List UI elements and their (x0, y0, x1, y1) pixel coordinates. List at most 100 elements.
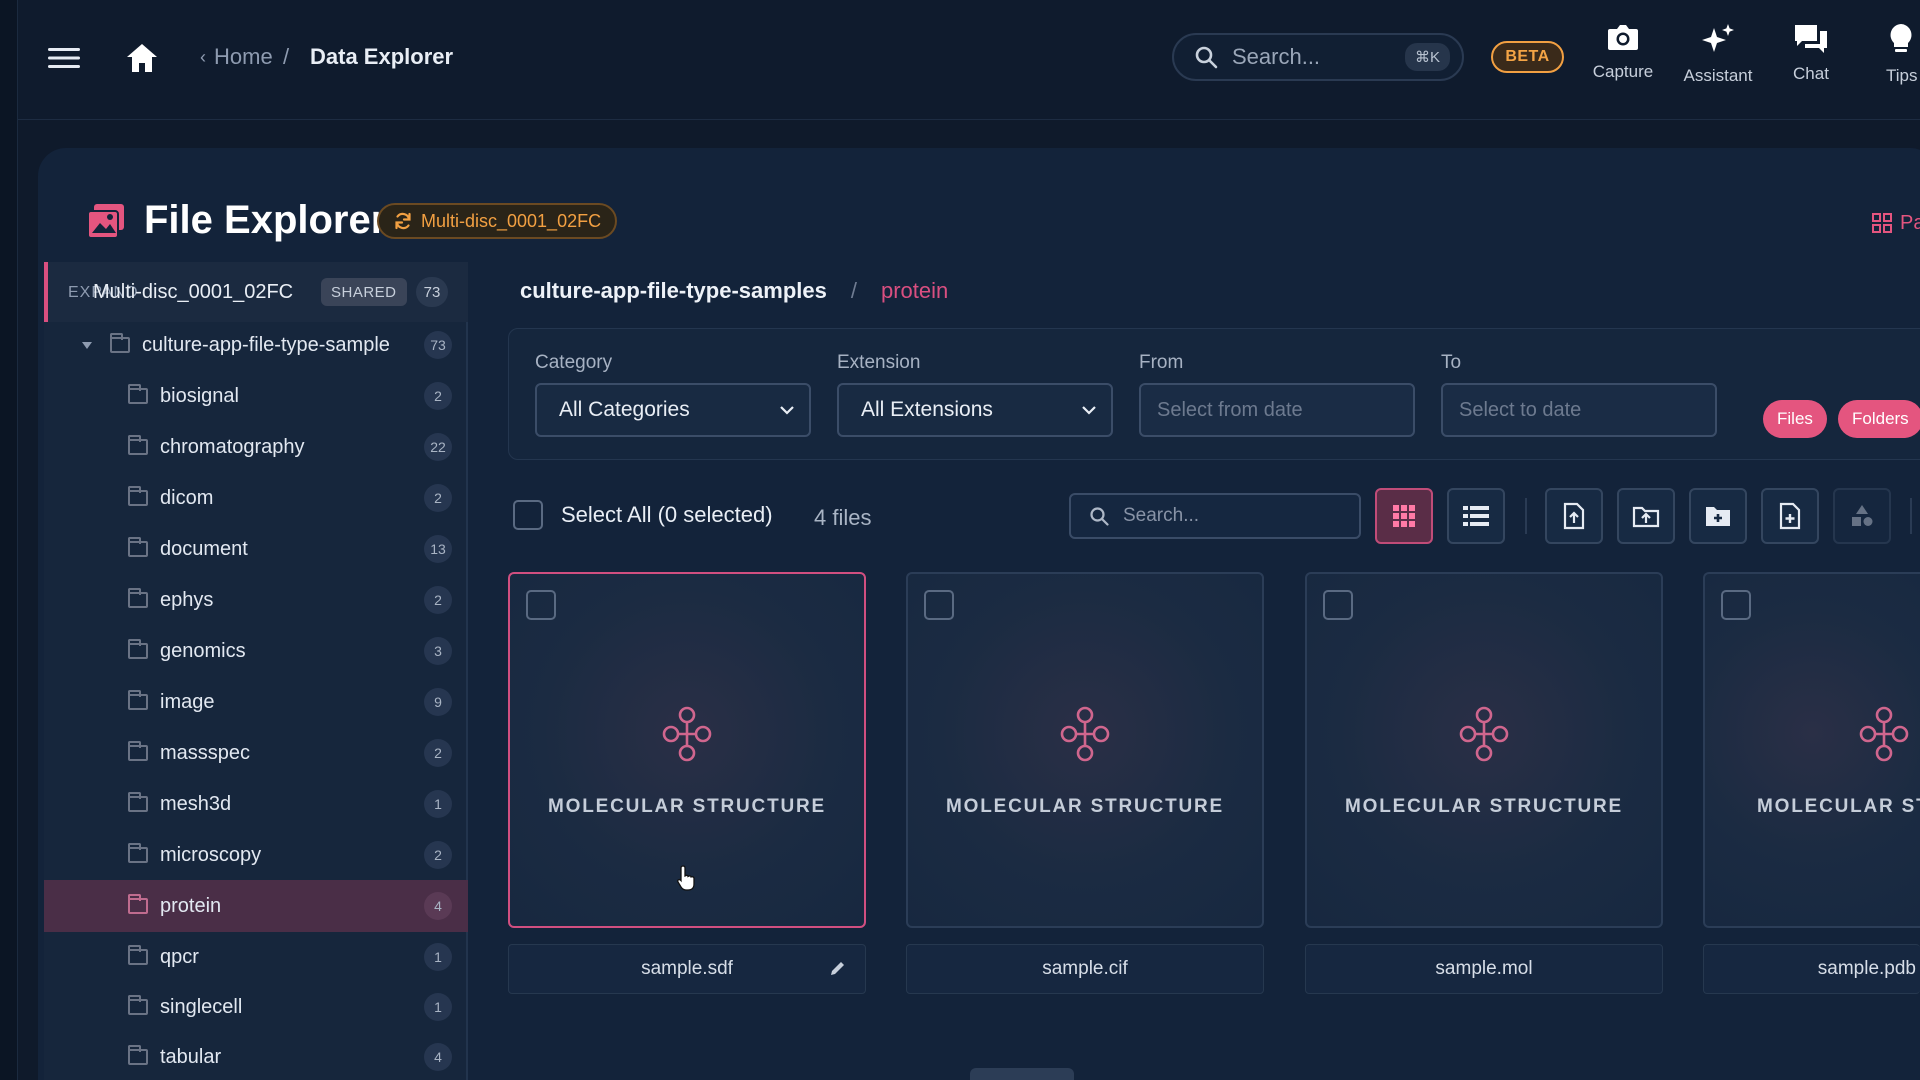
tree-item-count: 1 (424, 790, 452, 818)
extension-label: Extension (837, 352, 921, 373)
file-search-input[interactable]: Search... (1069, 493, 1361, 539)
extension-select[interactable]: All Extensions (837, 383, 1113, 437)
search-icon (1195, 46, 1218, 69)
molecule-icon (662, 706, 712, 762)
tree-item-count: 2 (424, 841, 452, 869)
tree-item-label: mesh3d (160, 792, 232, 815)
tips-button[interactable]: Tips (1858, 22, 1920, 86)
file-card-checkbox[interactable] (1721, 590, 1751, 620)
file-name[interactable]: sample.sdf (508, 944, 866, 994)
extension-value: All Extensions (861, 398, 993, 421)
file-name-label: sample.mol (1435, 958, 1533, 979)
path-separator: / (850, 278, 857, 303)
to-date-input[interactable]: Select to date (1441, 383, 1717, 437)
shared-badge: SHARED (321, 278, 407, 306)
global-search[interactable]: Search... ⌘K (1172, 33, 1464, 81)
tree-item-genomics[interactable]: genomics 3 (44, 626, 468, 676)
tree-item-count: 13 (424, 535, 452, 563)
tree-item-parent[interactable]: culture-app-file-type-sample 73 (44, 320, 468, 370)
tree-item-image[interactable]: image 9 (44, 677, 468, 727)
tree-item-protein[interactable]: protein 4 (44, 880, 468, 932)
grid-view-icon (1393, 505, 1415, 527)
folder-icon (128, 486, 148, 506)
tree-item-singlecell[interactable]: singlecell 1 (44, 982, 468, 1032)
file-card[interactable]: MOLECULAR STRUCTURE (906, 572, 1264, 928)
tree-item-count: 3 (424, 637, 452, 665)
from-date-placeholder: Select from date (1157, 398, 1303, 421)
file-card[interactable]: MOLECULAR STRUCTURE (1703, 572, 1920, 928)
tree-item-label: culture-app-file-type-sample (142, 333, 390, 356)
tree-root-count: 73 (416, 277, 448, 307)
dataset-chip-label: Multi-disc_0001_02FC (421, 210, 602, 231)
scrollbar-handle[interactable] (970, 1068, 1074, 1080)
tree-item-massspec[interactable]: massspec 2 (44, 728, 468, 778)
folder-icon (128, 1045, 148, 1065)
breadcrumb-current: Data Explorer (310, 44, 454, 69)
tree-item-ephys[interactable]: ephys 2 (44, 575, 468, 625)
upload-file-button[interactable] (1545, 488, 1603, 544)
list-view-button[interactable] (1447, 488, 1505, 544)
file-card-checkbox[interactable] (526, 590, 556, 620)
folders-filter-pill[interactable]: Folders (1838, 400, 1920, 438)
folder-icon (128, 639, 148, 659)
tree-item-dicom[interactable]: dicom 2 (44, 473, 468, 523)
beta-badge: BETA (1491, 41, 1564, 73)
chevron-down-icon (1082, 406, 1096, 415)
tree-item-count: 2 (424, 484, 452, 512)
file-name[interactable]: sample.cif (906, 944, 1264, 994)
tree-item-label: dicom (160, 486, 214, 509)
tree-item-microscopy[interactable]: microscopy 2 (44, 830, 468, 880)
caret-down-icon[interactable] (82, 341, 92, 349)
category-value: All Categories (559, 398, 690, 421)
tree-root[interactable]: EXPAND Multi-disc_0001_02FC SHARED 73 (44, 262, 468, 322)
tree-item-chromatography[interactable]: chromatography 22 (44, 422, 468, 472)
upload-folder-button[interactable] (1617, 488, 1675, 544)
folder-icon (128, 894, 148, 914)
tree-item-qpcr[interactable]: qpcr 1 (44, 932, 468, 982)
tree-item-label: image (160, 690, 215, 713)
capture-button[interactable]: Capture (1578, 22, 1668, 82)
path-root[interactable]: culture-app-file-type-samples (520, 278, 827, 304)
tree-item-label: chromatography (160, 435, 305, 458)
pencil-icon[interactable] (829, 959, 847, 977)
tree-item-count: 9 (424, 688, 452, 716)
file-name[interactable]: sample.mol (1305, 944, 1663, 994)
shapes-button[interactable] (1833, 488, 1891, 544)
files-filter-pill[interactable]: Files (1763, 400, 1827, 438)
select-all-label: Select All (0 selected) (561, 502, 773, 527)
tree-item-label: microscopy (160, 843, 262, 866)
tree-item-tabular[interactable]: tabular 4 (44, 1032, 468, 1080)
panels-link-label: Pa (1900, 211, 1920, 234)
file-name[interactable]: sample.pdb (1703, 944, 1920, 994)
select-all-checkbox[interactable] (513, 500, 543, 530)
chat-button[interactable]: Chat (1766, 22, 1856, 84)
menu-icon[interactable] (46, 40, 82, 76)
file-count: 4 files (814, 505, 872, 530)
file-explorer-header: File Explorer (86, 198, 386, 243)
home-icon[interactable] (122, 38, 162, 78)
grid-view-button[interactable] (1375, 488, 1433, 544)
tree-item-label: singlecell (160, 995, 243, 1018)
tree-item-count: 4 (424, 892, 452, 920)
file-card[interactable]: MOLECULAR STRUCTURE (1305, 572, 1663, 928)
tree-item-mesh3d[interactable]: mesh3d 1 (44, 779, 468, 829)
from-date-input[interactable]: Select from date (1139, 383, 1415, 437)
file-card-checkbox[interactable] (1323, 590, 1353, 620)
assistant-button[interactable]: Assistant (1673, 22, 1763, 86)
dataset-chip[interactable]: Multi-disc_0001_02FC (377, 203, 618, 239)
breadcrumb-home[interactable]: ‹ Home (200, 44, 273, 70)
category-select[interactable]: All Categories (535, 383, 811, 437)
tree-item-count: 22 (424, 433, 452, 461)
select-all[interactable]: Select All (0 selected) (513, 500, 773, 530)
panels-link[interactable]: Pa (1872, 208, 1920, 238)
tree-item-biosignal[interactable]: biosignal 2 (44, 371, 468, 421)
tree-item-document[interactable]: document 13 (44, 524, 468, 574)
new-folder-button[interactable] (1689, 488, 1747, 544)
file-plus-icon (1779, 502, 1801, 530)
tree-item-label: massspec (160, 741, 251, 764)
camera-icon (1608, 25, 1638, 50)
new-file-button[interactable] (1761, 488, 1819, 544)
file-card-checkbox[interactable] (924, 590, 954, 620)
file-name-label: sample.sdf (641, 958, 733, 979)
file-name-label: sample.pdb (1817, 958, 1916, 979)
